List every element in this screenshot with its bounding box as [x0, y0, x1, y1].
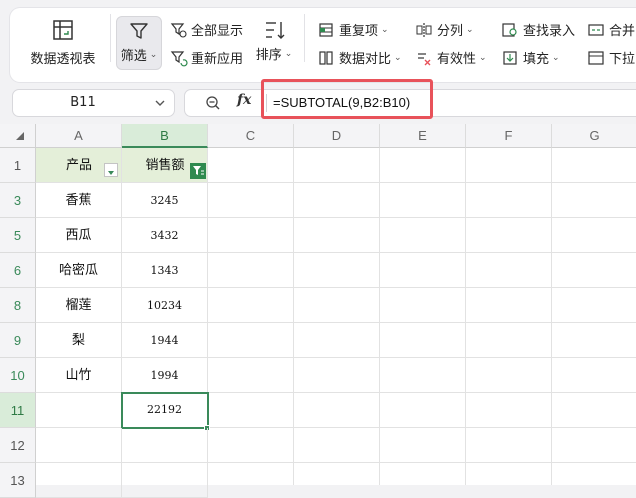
row-header[interactable]: 5 [0, 218, 36, 253]
empty-cells-area[interactable] [208, 148, 636, 485]
lookup-entry-button[interactable]: 查找录入 [502, 20, 575, 39]
empty-cell[interactable] [122, 428, 208, 463]
empty-cell[interactable] [36, 463, 122, 498]
validity-label: 有效性 [437, 52, 477, 67]
row-header[interactable]: 12 [0, 428, 36, 463]
chevron-down-icon: ⌄ [552, 52, 560, 63]
zoom-function-icon[interactable] [205, 95, 221, 111]
empty-cell[interactable] [122, 463, 208, 498]
pivot-table-icon [53, 20, 73, 40]
sales-cell[interactable]: 1944 [122, 323, 208, 358]
header-cell-sales[interactable]: 销售额 [122, 148, 208, 183]
text-to-columns-button[interactable]: 分列 ⌄ [416, 20, 474, 39]
reapply-icon [170, 50, 188, 66]
sales-cell[interactable]: 1994 [122, 358, 208, 393]
chevron-down-icon: ⌄ [394, 52, 402, 63]
show-all-icon [170, 22, 187, 38]
pivot-table-label: 数据透视表 [30, 52, 96, 67]
column-header-c[interactable]: C [208, 124, 294, 148]
pivot-table-button[interactable]: 数据透视表 [20, 16, 106, 72]
select-all-triangle-icon [16, 132, 24, 140]
lookup-label: 查找录入 [523, 24, 576, 39]
row-header[interactable]: 13 [0, 463, 36, 498]
reapply-label: 重新应用 [191, 52, 244, 67]
sales-cell[interactable]: 3432 [122, 218, 208, 253]
dropdown-arrow-icon [108, 171, 114, 175]
row-header[interactable]: 3 [0, 183, 36, 218]
row-header[interactable]: 11 [0, 393, 36, 428]
column-header-e[interactable]: E [380, 124, 466, 148]
dropdown-list-icon [588, 50, 604, 65]
header-cell-product[interactable]: 产品 [36, 148, 122, 183]
duplicates-button[interactable]: 重复项 ⌄ [318, 20, 389, 39]
select-all-corner[interactable] [0, 124, 36, 148]
chevron-down-icon: ⌄ [466, 24, 474, 35]
product-cell[interactable]: 山竹 [36, 358, 122, 393]
filter-icon [130, 23, 148, 39]
fill-button[interactable]: 填充 ⌄ [502, 48, 560, 67]
chevron-down-icon: ⌄ [381, 24, 389, 35]
product-cell[interactable] [36, 393, 122, 428]
sales-cell[interactable]: 3245 [122, 183, 208, 218]
duplicates-label: 重复项 [339, 24, 379, 39]
merge-icon [588, 23, 604, 36]
chevron-down-icon: ⌄ [479, 52, 487, 63]
product-cell[interactable]: 哈密瓜 [36, 253, 122, 288]
show-all-button[interactable]: 全部显示 [170, 20, 243, 39]
duplicates-icon [319, 22, 333, 37]
filter-dropdown-button[interactable] [104, 163, 118, 177]
data-compare-button[interactable]: 数据对比 ⌄ [318, 48, 402, 67]
merge-button[interactable]: 合并 [588, 20, 635, 39]
chevron-down-icon: ⌄ [149, 49, 158, 60]
filter-active-icon [193, 166, 204, 175]
empty-cell[interactable] [36, 428, 122, 463]
row-header[interactable]: 9 [0, 323, 36, 358]
product-cell[interactable]: 梨 [36, 323, 122, 358]
row-header[interactable]: 6 [0, 253, 36, 288]
selected-cell-border [121, 392, 209, 429]
sort-button[interactable]: 排序 ⌄ [252, 16, 296, 70]
validity-button[interactable]: 有效性 ⌄ [416, 48, 487, 67]
show-all-label: 全部显示 [191, 24, 244, 39]
cell-reference: B11 [70, 95, 96, 110]
column-header-g[interactable]: G [552, 124, 636, 148]
row-header[interactable]: 10 [0, 358, 36, 393]
fx-icon[interactable]: fx [237, 92, 251, 108]
row-header[interactable]: 1 [0, 148, 36, 183]
split-label: 分列 [437, 24, 464, 39]
lookup-icon [502, 22, 517, 37]
column-header-d[interactable]: D [294, 124, 380, 148]
split-columns-icon [416, 22, 432, 37]
filter-button[interactable]: 筛选 ⌄ [116, 16, 162, 70]
column-header-b[interactable]: B [122, 124, 208, 148]
data-compare-icon [319, 50, 333, 65]
column-header-f[interactable]: F [466, 124, 552, 148]
fill-label: 填充 [523, 52, 550, 67]
chevron-down-icon[interactable] [154, 96, 166, 110]
dropdown-list-label: 下拉 [609, 52, 636, 67]
fill-icon [503, 50, 517, 65]
sales-cell[interactable]: 10234 [122, 288, 208, 323]
reapply-button[interactable]: 重新应用 [170, 48, 243, 67]
merge-label: 合并 [609, 24, 636, 39]
sort-label: 排序 [255, 48, 282, 63]
validity-icon [418, 52, 431, 65]
name-box[interactable]: B11 [12, 89, 175, 117]
sort-icon [266, 22, 285, 39]
ribbon-divider [304, 14, 305, 62]
product-cell[interactable]: 香蕉 [36, 183, 122, 218]
ribbon-divider [110, 14, 111, 62]
sales-cell[interactable]: 1343 [122, 253, 208, 288]
product-cell[interactable]: 榴莲 [36, 288, 122, 323]
product-cell[interactable]: 西瓜 [36, 218, 122, 253]
dropdown-list-button[interactable]: 下拉 [588, 48, 635, 67]
filter-label: 筛选 [120, 49, 147, 64]
column-header-a[interactable]: A [36, 124, 122, 148]
data-compare-label: 数据对比 [339, 52, 392, 67]
formula-highlight-box [261, 79, 433, 119]
active-filter-button[interactable] [190, 163, 206, 179]
row-header[interactable]: 8 [0, 288, 36, 323]
chevron-down-icon: ⌄ [284, 48, 293, 59]
